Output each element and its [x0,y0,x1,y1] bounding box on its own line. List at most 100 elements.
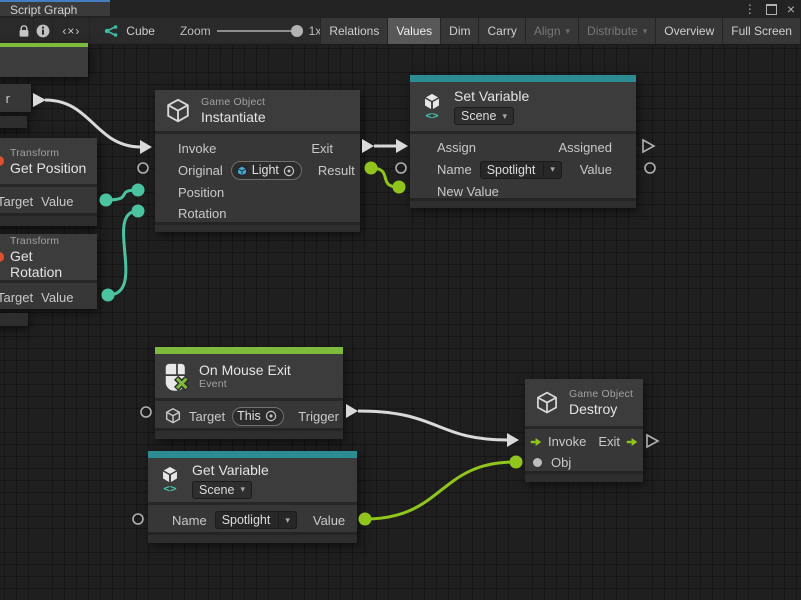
script-graph-window: Script Graph ⋮ × ‹×› [0,0,801,600]
toolbar-button-distribute[interactable]: Distribute ▾ [578,18,656,44]
variable-name-dropdown[interactable]: Spotlight ▾ [480,161,562,179]
toolbar-button-dim[interactable]: Dim [440,18,479,44]
code-icon: ‹×› [62,24,80,38]
mouse-exit-icon [164,360,190,392]
port-label-target: Target [0,290,33,305]
on-mouse-exit-node[interactable]: On Mouse Exit Event Target This Trigge [155,347,343,439]
game-object-value-icon [236,165,248,177]
flow-in-arrow-icon[interactable] [530,436,542,448]
flow-out-arrow-icon[interactable] [626,436,638,448]
zoom-slider-handle[interactable] [291,25,303,37]
toolbar-button-overview[interactable]: Overview [655,18,723,44]
port-label-value: Value [580,162,612,177]
object-picker-icon[interactable] [265,410,277,422]
port-label-rotation: Rotation [178,206,226,221]
caret-down-icon: ▾ [285,515,290,526]
get-rotation-node[interactable]: Transform Get Rotation Target Value [0,234,97,309]
port-label-position: Position [178,185,224,200]
caret-down-icon: ▾ [502,111,507,122]
port-label-target: Target [0,194,33,209]
node-title: Get Rotation [10,248,88,280]
port-label-assigned: Assigned [559,140,612,155]
destroy-node[interactable]: Game Object Destroy Invoke Exit [525,379,643,482]
variable-name-dropdown[interactable]: Spotlight ▾ [215,511,297,529]
script-graph-asset-icon [104,24,119,38]
port-label-assign: Assign [437,140,476,155]
port-label-value: Value [41,194,73,209]
node-title: Instantiate [201,109,266,125]
lock-button[interactable] [14,18,34,44]
title-bar: Script Graph ⋮ × [0,0,801,18]
variable-icon: <> [157,466,183,494]
set-variable-node[interactable]: <> Set Variable Scene ▾ Assign Assigned … [410,75,636,208]
object-field-this[interactable]: This [232,407,284,426]
port-label-target: Target [189,409,225,424]
node-category: Game Object [201,96,266,109]
variable-scope-dropdown[interactable]: Scene ▾ [454,107,514,125]
code-view-button[interactable]: ‹×› [53,18,90,44]
toolbar-button-values[interactable]: Values [387,18,441,44]
object-field-light[interactable]: Light [231,161,302,180]
info-icon [36,24,50,38]
instantiate-node[interactable]: Game Object Instantiate Invoke Exit Orig… [155,90,360,232]
toolbar-button-carry[interactable]: Carry [478,18,525,44]
angle-brackets-icon: <> [163,484,176,494]
angle-brackets-icon: <> [425,111,438,121]
node-category: Game Object [569,388,633,401]
node-category: Event [199,378,291,391]
get-variable-node[interactable]: <> Get Variable Scene ▾ Name Spotlight ▾… [148,451,357,543]
port-label-invoke: Invoke [548,434,586,449]
node-title: Set Variable [454,88,529,104]
port-label: r [6,91,10,106]
partial-trigger-node[interactable]: r [0,84,31,112]
node-title: On Mouse Exit [199,362,291,378]
game-object-cube-icon [164,407,182,425]
port-label-trigger: Trigger [298,409,339,424]
node-category: Transform [10,235,88,248]
port-label-exit: Exit [598,434,620,449]
transform-icon [0,252,4,262]
object-picker-icon[interactable] [283,165,295,177]
game-object-cube-icon [164,96,192,126]
obj-port-dot-icon[interactable] [533,458,542,467]
port-label-name: Name [437,162,472,177]
port-label-exit: Exit [311,141,333,156]
variable-scope-dropdown[interactable]: Scene ▾ [192,481,252,499]
graph-breadcrumb[interactable]: Cube [104,18,155,44]
toolbar-button-align[interactable]: Align ▾ [525,18,579,44]
node-title: Get Variable [192,462,269,478]
node-title: Destroy [569,401,633,417]
partial-event-node[interactable] [0,43,88,77]
maximize-icon[interactable] [766,4,777,15]
zoom-slider[interactable] [217,30,303,32]
caret-down-icon: ▾ [550,164,555,175]
game-object-cube-icon [534,389,560,417]
get-rotation-node-footer [0,313,28,326]
tab-script-graph[interactable]: Script Graph [0,0,110,16]
port-label-invoke: Invoke [178,141,216,156]
port-label-result: Result [318,163,355,178]
zoom-label: Zoom [180,24,211,38]
toolbar-button-relations[interactable]: Relations [320,18,388,44]
port-label-value: Value [41,290,73,305]
info-button[interactable] [34,18,53,44]
caret-down-icon: ▾ [240,484,245,495]
port-label-new-value: New Value [437,184,499,199]
port-label-name: Name [172,513,207,528]
node-title: Get Position [10,160,86,176]
variable-icon: <> [419,93,445,121]
port-label-value: Value [313,513,345,528]
unity-logo-icon [422,93,442,111]
object-field-label: Light [252,163,279,178]
object-field-label: This [237,409,261,424]
get-position-node[interactable]: Transform Get Position Target Value [0,138,97,226]
window-menu-icon[interactable]: ⋮ [744,0,756,18]
port-label-original: Original [178,163,223,178]
graph-name: Cube [126,24,155,38]
caret-down-icon: ▾ [643,26,648,37]
node-category: Transform [10,147,86,160]
graph-canvas[interactable] [0,45,801,600]
transform-icon [0,156,4,166]
toolbar-button-fullscreen[interactable]: Full Screen [722,18,801,44]
close-icon[interactable]: × [787,0,795,18]
